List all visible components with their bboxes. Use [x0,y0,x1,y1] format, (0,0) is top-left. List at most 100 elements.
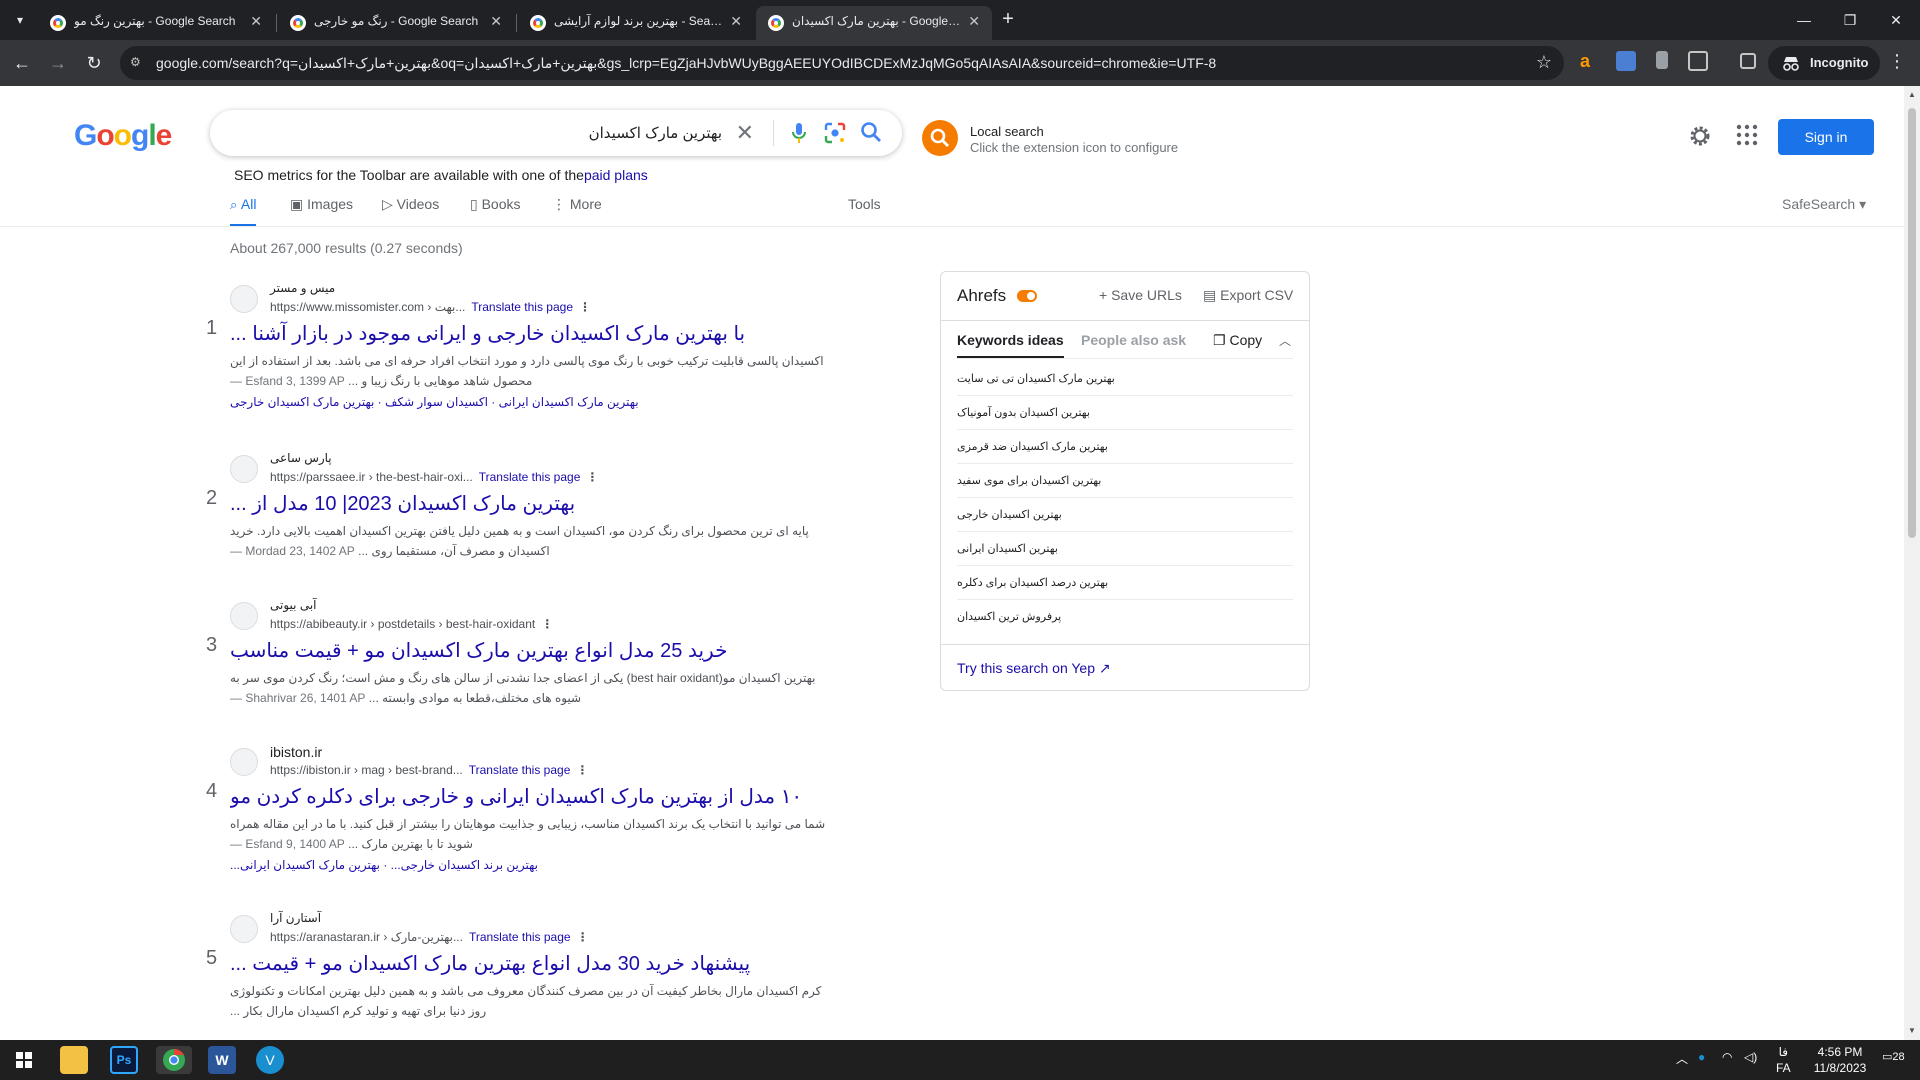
system-clock[interactable]: 4:56 PM 11/8/2023 [1810,1044,1870,1076]
result-menu-icon[interactable]: ⋮ [577,930,589,944]
result-menu-icon[interactable]: ⋮ [586,470,598,484]
vpn-app-icon[interactable]: V [256,1046,284,1074]
search-submit-icon[interactable] [860,121,882,143]
site-name[interactable]: ibiston.ir [270,744,322,760]
tab-3[interactable]: بهترین برند لوازم آرایشی - Search ✕ [518,6,754,40]
try-yep-link[interactable]: Try this search on Yep ↗ [957,660,1111,677]
google-lens-icon[interactable] [824,122,846,144]
export-csv-button[interactable]: ▤ Export CSV [1203,287,1293,304]
bookmark-star-icon[interactable]: ☆ [1536,52,1552,73]
search-input[interactable]: بهترین مارک اکسیدان [589,124,722,142]
forward-arrow-icon[interactable]: → [46,51,70,75]
clear-search-icon[interactable]: ✕ [736,120,754,146]
tab-videos[interactable]: ▷ Videos [382,196,439,213]
url-text[interactable]: google.com/search?q=بهترین+مارک+اکسیدان&… [156,55,1526,72]
result-menu-icon[interactable]: ⋮ [541,617,553,631]
tools-button[interactable]: Tools [848,196,881,212]
page-scrollbar[interactable]: ▲ ▼ [1904,86,1920,1040]
result-menu-icon[interactable]: ⋮ [576,763,588,777]
tab-images[interactable]: ▣ Images [290,196,353,213]
translate-link[interactable]: Translate this page [479,470,581,484]
chrome-taskbar-icon[interactable] [156,1046,192,1074]
microphone-icon[interactable] [792,122,806,144]
tab-search-button[interactable]: ▾ [8,8,32,32]
result-menu-icon[interactable]: ⋮ [579,300,591,314]
settings-gear-icon[interactable] [1688,124,1712,148]
close-tab-icon[interactable]: ✕ [250,13,262,30]
close-window-icon[interactable]: ✕ [1884,8,1908,32]
new-tab-button[interactable]: + [996,8,1020,32]
vpn-tray-icon[interactable]: ● [1698,1050,1705,1064]
copy-button[interactable]: ❐ Copy [1213,332,1262,349]
scroll-down-icon[interactable]: ▼ [1908,1026,1916,1035]
language-indicator[interactable]: فا FA [1776,1044,1791,1076]
minimize-icon[interactable]: — [1792,8,1816,32]
translate-link[interactable]: Translate this page [469,763,571,777]
keyword-idea[interactable]: بهترین اکسیدان ایرانی [957,532,1293,566]
tab-keywords-ideas[interactable]: Keywords ideas [957,332,1064,358]
scroll-up-icon[interactable]: ▲ [1908,90,1916,99]
photoshop-icon[interactable]: Ps [110,1046,138,1074]
notifications-icon[interactable]: ▭28 [1882,1050,1905,1063]
close-tab-icon[interactable]: ✕ [968,13,980,30]
search-box[interactable]: بهترین مارک اکسیدان ✕ [210,110,902,156]
safesearch-dropdown[interactable]: SafeSearch ▾ [1782,196,1866,213]
sitelinks[interactable]: بهترین برند اکسیدان خارجی... · بهترین ما… [230,858,830,872]
collapse-chevron-icon[interactable]: ︿ [1279,332,1291,349]
restore-icon[interactable]: ❐ [1838,8,1862,32]
result-title-link[interactable]: با بهترین مارک اکسیدان خارجی و ایرانی مو… [230,321,830,346]
scrollbar-thumb[interactable] [1908,108,1916,538]
tab-all[interactable]: ⌕ All [230,196,257,227]
result-title-link[interactable]: ۱۰ مدل از بهترین مارک اکسیدان ایرانی و خ… [230,784,830,809]
tab-more[interactable]: ⋮ More [552,196,602,213]
document-extension-icon[interactable] [1656,51,1668,69]
tab-4-active[interactable]: بهترین مارک اکسیدان - Google Search ✕ [756,6,992,40]
side-panel-icon[interactable] [1740,53,1756,69]
ahrefs-toggle[interactable] [1017,290,1037,302]
tab-2[interactable]: رنگ مو خارجی - Google Search ✕ [278,6,514,40]
back-arrow-icon[interactable]: ← [10,51,34,75]
local-search-icon[interactable] [922,120,958,156]
translate-link[interactable]: Translate this page [469,930,571,944]
show-hidden-icons-chevron[interactable]: ︿ [1676,1050,1688,1067]
keyword-idea[interactable]: بهترین درصد اکسیدان برای دکلره [957,566,1293,600]
paid-plans-link[interactable]: paid plans [584,167,648,183]
keyword-idea[interactable]: بهترین اکسیدان بدون آمونیاک [957,396,1293,430]
keyword-idea[interactable]: پرفروش ترین اکسیدان [957,600,1293,634]
tab-books[interactable]: ▯ Books [470,196,521,213]
translate-link[interactable]: Translate this page [471,300,573,314]
speaker-icon[interactable]: ◁) [1744,1050,1757,1064]
tab-1[interactable]: بهترین رنگ مو - Google Search ✕ [38,6,274,40]
site-name[interactable]: آستارن آرا [270,911,321,925]
word-icon[interactable]: W [208,1046,236,1074]
keyword-idea[interactable]: بهترین مارک اکسیدان تی تی سایت [957,362,1293,396]
extensions-puzzle-icon[interactable] [1688,51,1708,71]
result-title-link[interactable]: بهترین مارک اکسیدان 2023| 10 مدل از ... [230,491,830,516]
wifi-icon[interactable]: ◠ [1722,1050,1732,1064]
keyword-idea[interactable]: بهترین اکسیدان برای موی سفید [957,464,1293,498]
windows-start-icon[interactable] [10,1046,38,1074]
site-name[interactable]: میس و مستر [270,281,335,295]
incognito-badge[interactable]: Incognito [1768,46,1880,80]
site-name[interactable]: آبی بیوتی [270,598,317,612]
google-apps-icon[interactable] [1736,124,1758,146]
reload-icon[interactable]: ↻ [82,51,106,75]
site-name[interactable]: پارس ساعی [270,451,332,465]
translate-extension-icon[interactable] [1616,51,1636,71]
sitelinks[interactable]: بهترین مارک اکسیدان ایرانی · اکسیدان سوا… [230,395,830,409]
keyword-idea[interactable]: بهترین اکسیدان خارجی [957,498,1293,532]
close-tab-icon[interactable]: ✕ [490,13,502,30]
address-bar[interactable]: ⚙ google.com/search?q=بهترین+مارک+اکسیدا… [120,46,1564,80]
google-logo[interactable]: Google [74,119,172,153]
result-title-link[interactable]: پیشنهاد خرید 30 مدل انواع بهترین مارک اک… [230,951,830,976]
browser-menu-icon[interactable]: ⋮ [1888,51,1906,72]
tab-people-also-ask[interactable]: People also ask [1081,332,1186,348]
keyword-idea[interactable]: بهترین مارک اکسیدان ضد قرمزی [957,430,1293,464]
amazon-extension-icon[interactable]: a [1580,51,1600,71]
sign-in-button[interactable]: Sign in [1778,119,1874,155]
site-info-icon[interactable]: ⚙ [130,55,146,71]
file-explorer-icon[interactable] [60,1046,88,1074]
save-urls-button[interactable]: + Save URLs [1099,287,1182,303]
close-tab-icon[interactable]: ✕ [730,13,742,30]
result-title-link[interactable]: خرید 25 مدل انواع بهترین مارک اکسیدان مو… [230,638,830,663]
